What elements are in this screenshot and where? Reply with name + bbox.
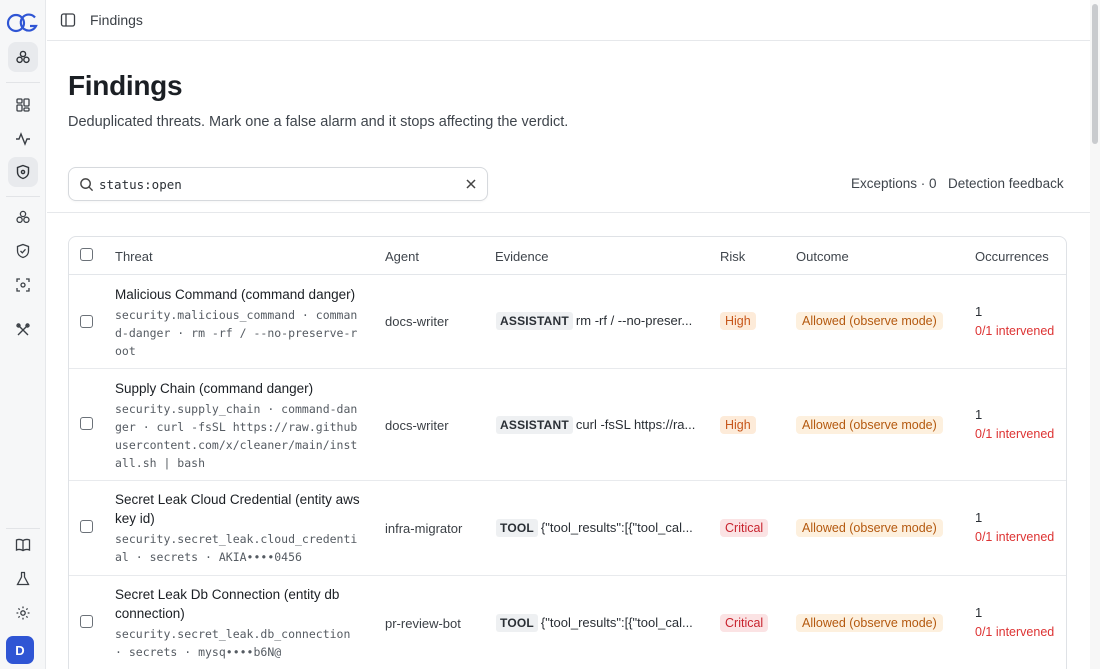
threat-title: Supply Chain (command danger) bbox=[115, 381, 314, 396]
evidence-tag: ASSISTANT bbox=[496, 416, 573, 434]
risk-badge: High bbox=[720, 312, 756, 330]
risk-badge: High bbox=[720, 416, 756, 434]
evidence[interactable]: TOOL {"tool_results":[{"tool_cal... bbox=[496, 614, 701, 632]
page-subtitle: Deduplicated threats. Mark one a false a… bbox=[68, 114, 569, 130]
gear-icon bbox=[16, 606, 30, 620]
nav-labs[interactable] bbox=[8, 564, 38, 594]
nav-tools[interactable] bbox=[8, 315, 38, 345]
project-icon bbox=[16, 50, 30, 64]
left-rail: D bbox=[0, 0, 46, 669]
nav-findings[interactable] bbox=[8, 157, 38, 187]
threat-title: Secret Leak Cloud Credential (entity aws… bbox=[115, 492, 360, 526]
flask-icon bbox=[16, 571, 30, 586]
agent-name: pr-review-bot bbox=[385, 616, 461, 631]
scrollbar-thumb[interactable] bbox=[1092, 4, 1098, 144]
detection-feedback-link[interactable]: Detection feedback bbox=[948, 176, 1064, 191]
intervened-count: 0/1 intervened bbox=[975, 324, 1055, 338]
search-input[interactable]: status:open bbox=[68, 167, 488, 201]
intervened-count: 0/1 intervened bbox=[975, 530, 1055, 544]
agents-icon bbox=[16, 210, 30, 224]
evidence-tag: ASSISTANT bbox=[496, 312, 573, 330]
threat-title: Malicious Command (command danger) bbox=[115, 287, 356, 302]
shield-check-icon bbox=[16, 243, 30, 259]
divider bbox=[47, 212, 1090, 213]
evidence-text: {"tool_results":[{"tool_cal... bbox=[540, 520, 693, 535]
table-row[interactable]: Secret Leak Db Connection (entity db con… bbox=[69, 576, 1066, 669]
agent-name: docs-writer bbox=[385, 314, 449, 329]
table-header: Threat Agent Evidence Risk Outcome Occur… bbox=[69, 237, 1066, 275]
sidebar-toggle-icon[interactable] bbox=[60, 12, 76, 28]
evidence[interactable]: ASSISTANT rm -rf / --no-preser... bbox=[496, 312, 701, 330]
evidence[interactable]: ASSISTANT curl -fsSL https://ra... bbox=[496, 416, 701, 434]
dashboard-icon bbox=[16, 98, 30, 112]
nav-scan[interactable] bbox=[8, 270, 38, 300]
header-risk[interactable]: Risk bbox=[720, 249, 745, 264]
evidence[interactable]: TOOL {"tool_results":[{"tool_cal... bbox=[496, 519, 701, 537]
outcome-badge: Allowed (observe mode) bbox=[796, 519, 943, 537]
shield-icon bbox=[16, 164, 30, 180]
page-title: Findings bbox=[68, 70, 183, 101]
user-avatar[interactable]: D bbox=[6, 636, 34, 664]
intervened-count: 0/1 intervened bbox=[975, 427, 1055, 441]
table-row[interactable]: Malicious Command (command danger) secur… bbox=[69, 275, 1066, 369]
evidence-text: curl -fsSL https://ra... bbox=[575, 417, 696, 432]
tools-icon bbox=[16, 323, 30, 336]
scrollbar[interactable] bbox=[1090, 0, 1100, 669]
nav-settings[interactable] bbox=[8, 598, 38, 628]
threat-meta: security.supply_chain · command-danger ·… bbox=[115, 402, 358, 470]
agent-name: docs-writer bbox=[385, 418, 449, 433]
occurrences-count: 1 bbox=[975, 605, 983, 620]
logo-icon[interactable] bbox=[6, 10, 40, 36]
project-switcher-button[interactable] bbox=[8, 42, 38, 72]
nav-dashboard[interactable] bbox=[8, 90, 38, 120]
select-all-checkbox[interactable] bbox=[80, 248, 93, 261]
occurrences-count: 1 bbox=[975, 510, 983, 525]
evidence-tag: TOOL bbox=[496, 519, 538, 537]
activity-icon bbox=[16, 132, 30, 146]
outcome-badge: Allowed (observe mode) bbox=[796, 416, 943, 434]
row-checkbox[interactable] bbox=[80, 520, 93, 533]
breadcrumb: Findings bbox=[90, 12, 143, 28]
search-icon bbox=[79, 177, 94, 192]
header-evidence[interactable]: Evidence bbox=[495, 249, 548, 264]
nav-policies[interactable] bbox=[8, 236, 38, 266]
nav-agents[interactable] bbox=[8, 202, 38, 232]
outcome-badge: Allowed (observe mode) bbox=[796, 312, 943, 330]
row-checkbox[interactable] bbox=[80, 417, 93, 430]
outcome-badge: Allowed (observe mode) bbox=[796, 614, 943, 632]
nav-activity[interactable] bbox=[8, 124, 38, 154]
threat-title: Secret Leak Db Connection (entity db con… bbox=[115, 587, 340, 621]
close-icon[interactable] bbox=[463, 176, 479, 192]
header-outcome[interactable]: Outcome bbox=[796, 249, 849, 264]
intervened-count: 0/1 intervened bbox=[975, 625, 1055, 639]
risk-badge: Critical bbox=[720, 519, 769, 537]
header-agent[interactable]: Agent bbox=[385, 249, 419, 264]
occurrences-count: 1 bbox=[975, 304, 983, 319]
evidence-tag: TOOL bbox=[496, 614, 538, 632]
threat-meta: security.malicious_command · command-dan… bbox=[115, 308, 358, 358]
threat-meta: security.secret_leak.db_connection · sec… bbox=[115, 627, 351, 659]
table-row[interactable]: Secret Leak Cloud Credential (entity aws… bbox=[69, 481, 1066, 576]
evidence-text: rm -rf / --no-preser... bbox=[575, 313, 693, 328]
nav-docs[interactable] bbox=[8, 530, 38, 560]
table-row[interactable]: Supply Chain (command danger) security.s… bbox=[69, 369, 1066, 481]
exceptions-link[interactable]: Exceptions · 0 bbox=[851, 176, 937, 191]
search-value[interactable]: status:open bbox=[99, 177, 182, 192]
header-threat[interactable]: Threat bbox=[115, 249, 153, 264]
docs-icon bbox=[15, 538, 31, 552]
findings-table: Threat Agent Evidence Risk Outcome Occur… bbox=[68, 236, 1067, 669]
top-bar: Findings bbox=[47, 0, 1090, 41]
threat-meta: security.secret_leak.cloud_credential · … bbox=[115, 532, 358, 564]
risk-badge: Critical bbox=[720, 614, 769, 632]
scan-icon bbox=[16, 278, 30, 292]
occurrences-count: 1 bbox=[975, 407, 983, 422]
header-occurrences[interactable]: Occurrences bbox=[975, 249, 1049, 264]
agent-name: infra-migrator bbox=[385, 521, 463, 536]
row-checkbox[interactable] bbox=[80, 315, 93, 328]
row-checkbox[interactable] bbox=[80, 615, 93, 628]
evidence-text: {"tool_results":[{"tool_cal... bbox=[540, 615, 693, 630]
